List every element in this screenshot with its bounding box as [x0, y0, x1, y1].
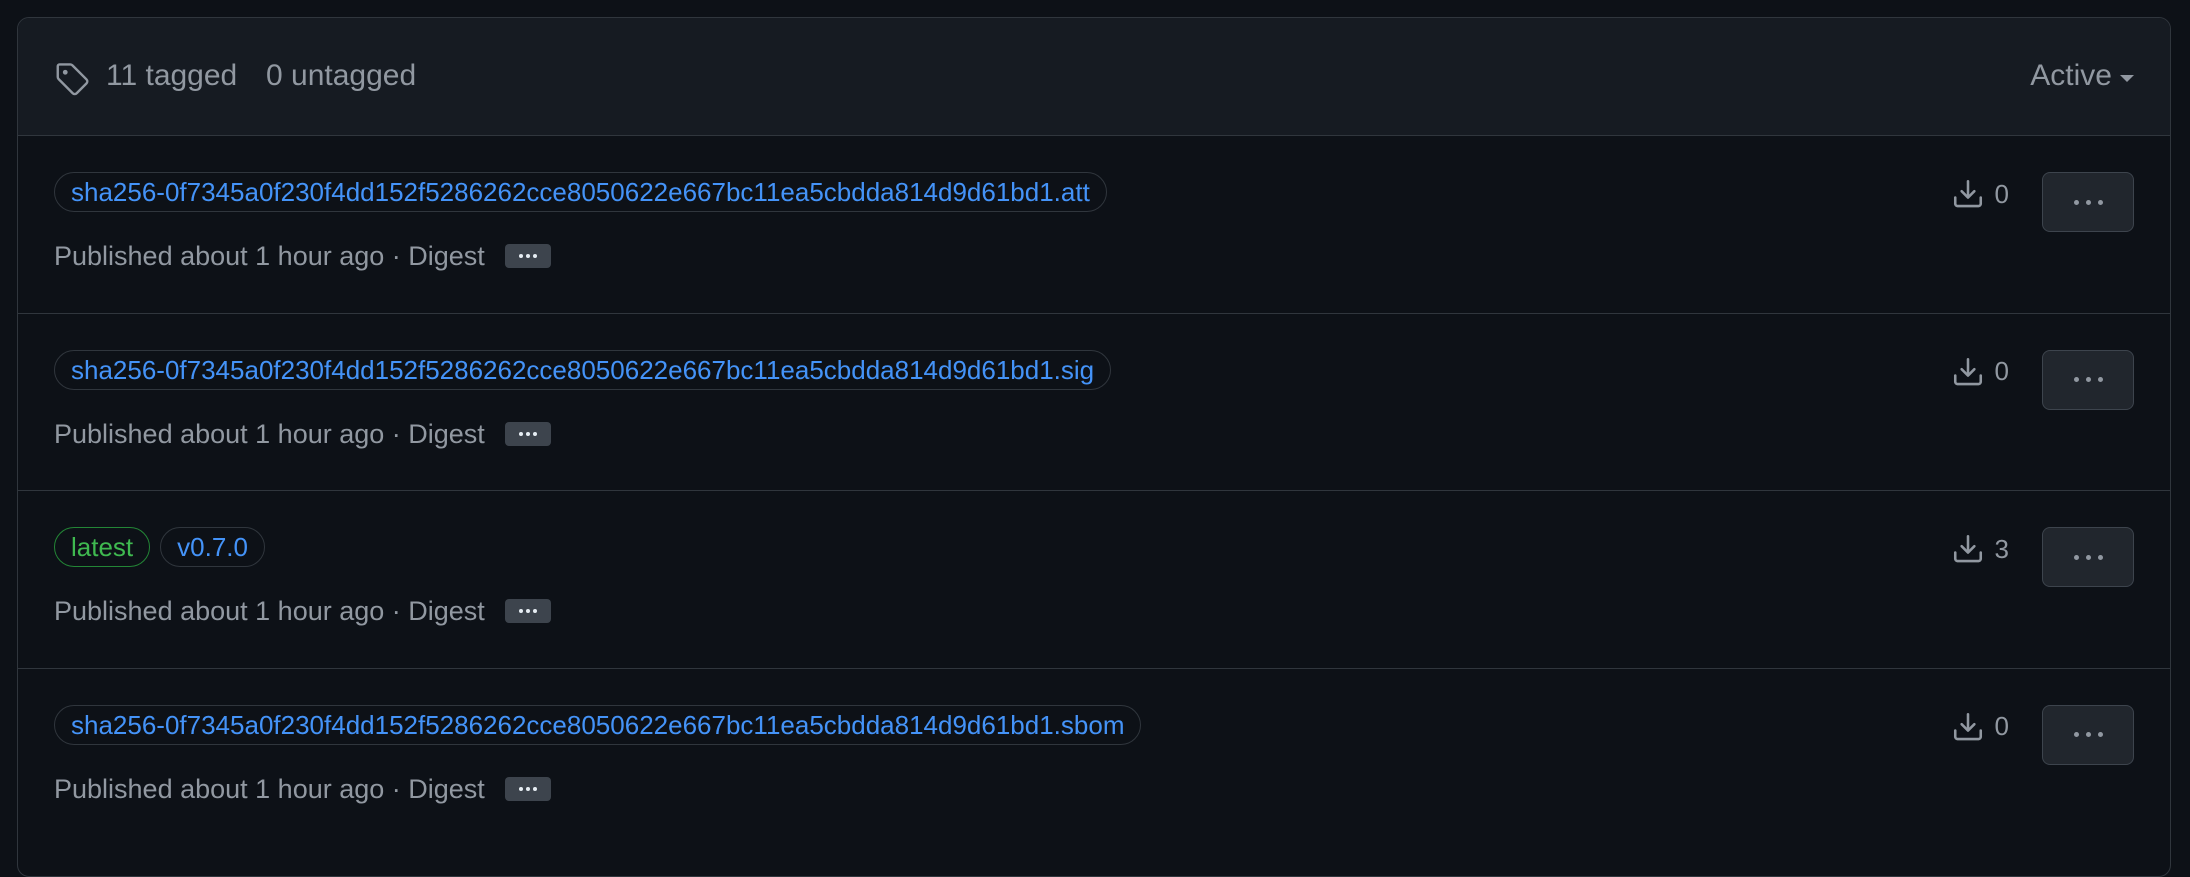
status-filter-label: Active [2030, 59, 2112, 92]
digest-expand-button[interactable] [504, 244, 551, 268]
version-tag-link[interactable]: sha256-0f7345a0f230f4dd152f5286262cce805… [54, 349, 1112, 390]
version-meta: Published about 1 hour ago · Digest [54, 595, 551, 627]
download-count-value: 0 [1994, 356, 2009, 386]
version-meta: Published about 1 hour ago · Digest [54, 418, 551, 450]
tagged-count[interactable]: 11 tagged [106, 58, 237, 94]
version-row: sha256-0f7345a0f230f4dd152f5286262cce805… [18, 136, 2170, 314]
version-actions-button[interactable] [2042, 527, 2134, 587]
published-text: Published about 1 hour ago · Digest [54, 773, 485, 804]
download-icon [1953, 357, 1982, 385]
download-count: 0 [1951, 710, 2009, 744]
package-versions-panel: 11 tagged 0 untagged Active sha256-0f734… [17, 17, 2171, 877]
download-count: 0 [1951, 177, 2009, 211]
latest-tag-chip[interactable]: latest [54, 527, 151, 567]
version-row: sha256-0f7345a0f230f4dd152f5286262cce805… [18, 314, 2170, 491]
version-meta: Published about 1 hour ago · Digest [54, 773, 551, 805]
version-tags: sha256-0f7345a0f230f4dd152f5286262cce805… [54, 704, 1142, 745]
version-tags: sha256-0f7345a0f230f4dd152f5286262cce805… [54, 172, 1107, 212]
version-actions-button[interactable] [2042, 349, 2134, 410]
digest-expand-button[interactable] [504, 599, 551, 623]
version-row: sha256-0f7345a0f230f4dd152f5286262cce805… [18, 669, 2170, 847]
published-text: Published about 1 hour ago · Digest [54, 241, 485, 271]
version-actions-button[interactable] [2042, 172, 2134, 232]
download-count: 0 [1951, 355, 2009, 389]
version-actions-button[interactable] [2042, 704, 2134, 765]
download-icon [1953, 179, 1982, 208]
versions-header: 11 tagged 0 untagged Active [18, 18, 2170, 136]
version-list: sha256-0f7345a0f230f4dd152f5286262cce805… [18, 136, 2170, 846]
download-icon [1953, 534, 1982, 563]
version-tags: latest v0.7.0 [54, 527, 265, 567]
version-meta: Published about 1 hour ago · Digest [54, 240, 551, 272]
published-text: Published about 1 hour ago · Digest [54, 596, 485, 626]
version-tag-link[interactable]: v0.7.0 [160, 527, 265, 567]
download-count-value: 0 [1994, 711, 2009, 741]
published-text: Published about 1 hour ago · Digest [54, 418, 485, 449]
digest-expand-button[interactable] [504, 776, 551, 801]
digest-expand-button[interactable] [504, 421, 551, 446]
status-filter-dropdown[interactable]: Active [2030, 58, 2134, 94]
caret-down-icon [2120, 74, 2134, 82]
download-count-value: 3 [1994, 533, 2009, 564]
download-count-value: 0 [1994, 178, 2009, 209]
download-count: 3 [1951, 532, 2009, 566]
version-tag-link[interactable]: sha256-0f7345a0f230f4dd152f5286262cce805… [54, 704, 1142, 745]
tag-icon [56, 63, 89, 96]
version-tag-link[interactable]: sha256-0f7345a0f230f4dd152f5286262cce805… [54, 172, 1107, 212]
version-tags: sha256-0f7345a0f230f4dd152f5286262cce805… [54, 349, 1112, 390]
untagged-count[interactable]: 0 untagged [266, 58, 416, 94]
download-icon [1953, 712, 1982, 740]
version-row: latest v0.7.0 Published about 1 hour ago … [18, 491, 2170, 669]
